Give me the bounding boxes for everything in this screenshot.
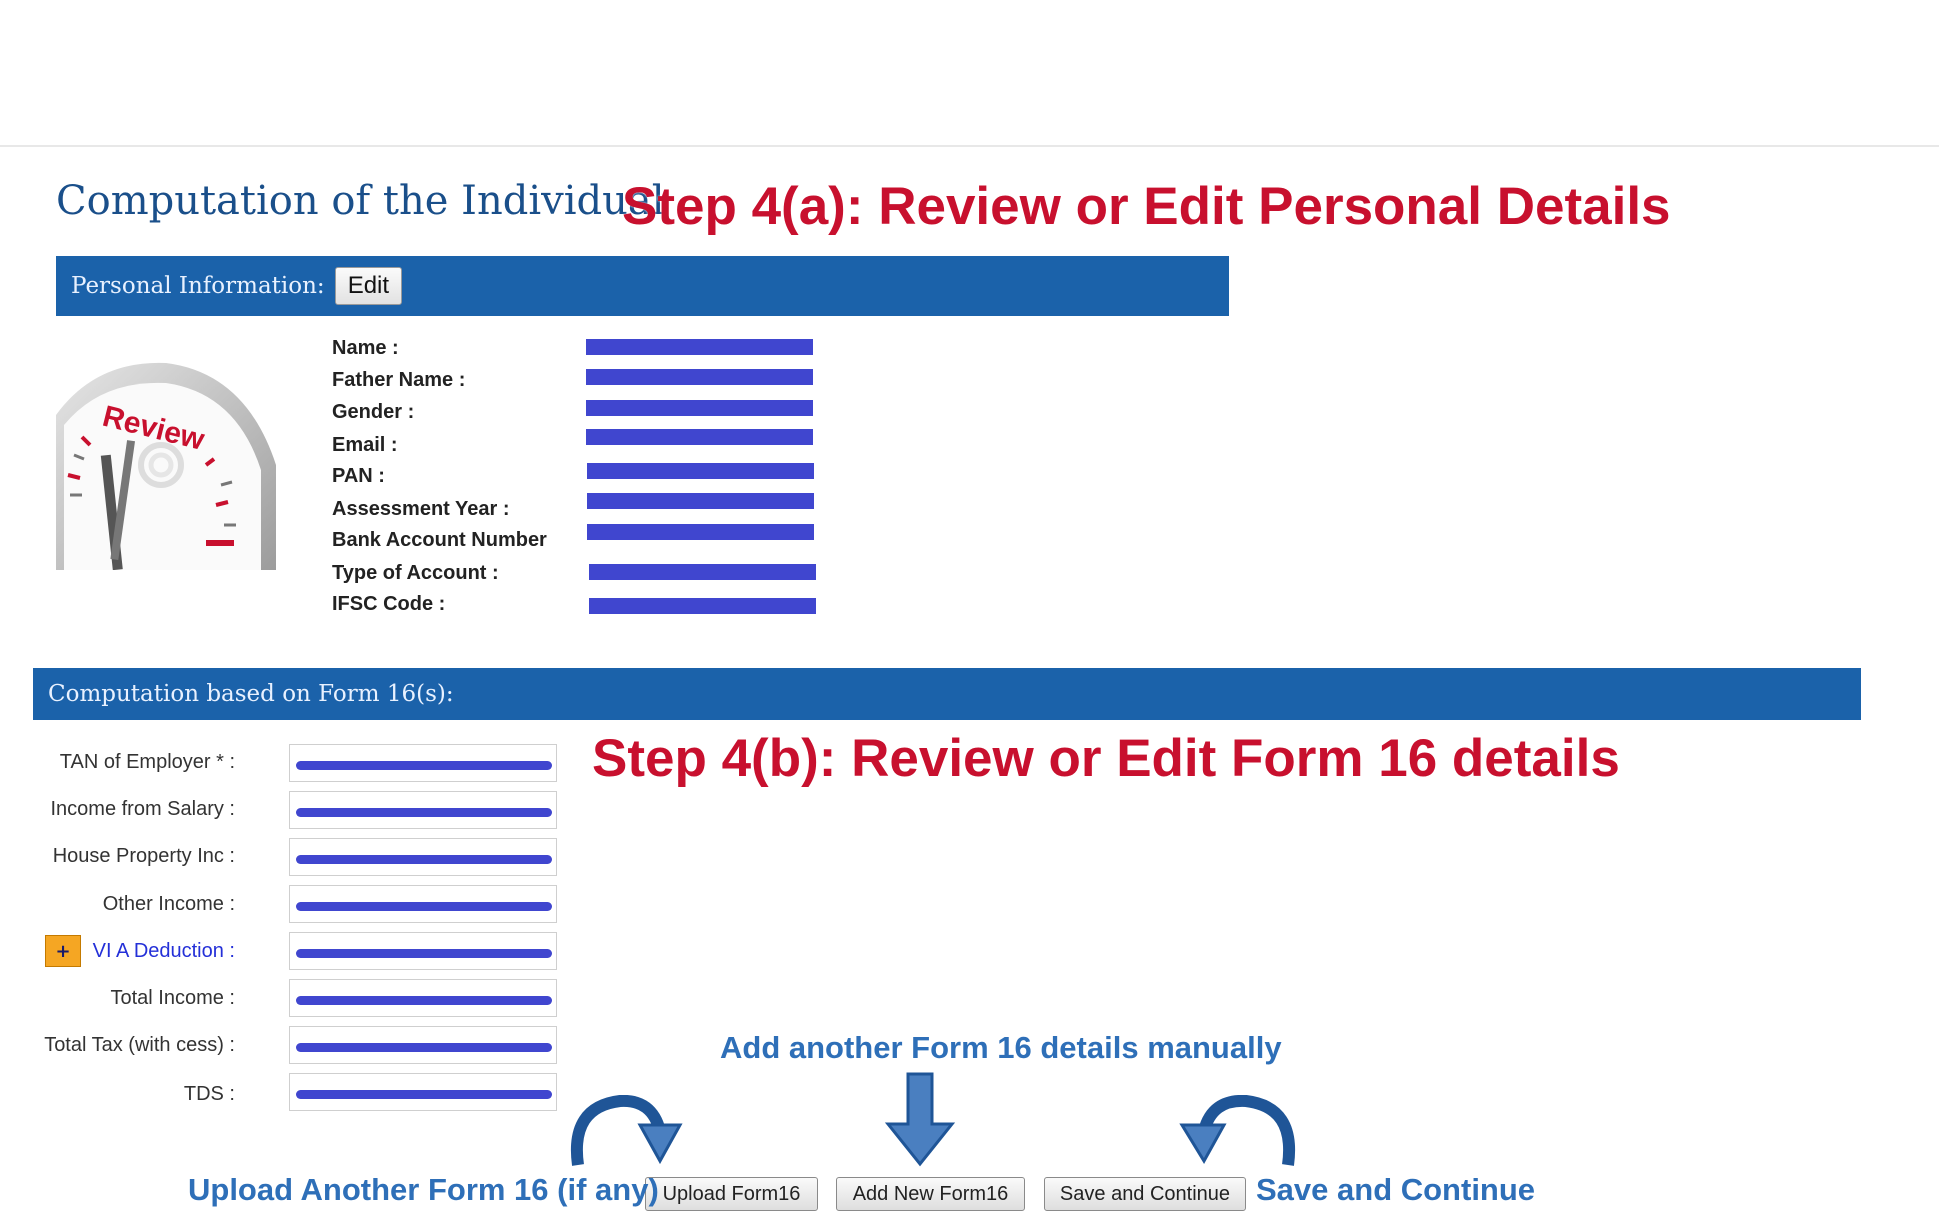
name-label: Name : <box>332 337 399 359</box>
gender-redacted-value <box>586 400 813 416</box>
down-arrow-icon <box>884 1072 956 1167</box>
income-from-salary-field[interactable] <box>289 791 557 829</box>
pan-label: PAN : <box>332 465 385 487</box>
pan-redacted-value <box>587 463 814 479</box>
upload-form16-button[interactable]: Upload Form16 <box>645 1177 818 1211</box>
computation-label: Computation based on Form 16(s): <box>48 681 454 707</box>
via-deduction-field[interactable] <box>289 932 557 970</box>
redaction-mark <box>296 902 552 911</box>
assessment-year-label: Assessment Year : <box>332 498 510 520</box>
redaction-mark <box>296 855 552 864</box>
redaction-mark <box>296 761 552 770</box>
computation-header: Computation based on Form 16(s): <box>33 668 1861 720</box>
name-redacted-value <box>586 339 813 355</box>
curved-arrow-icon <box>570 1095 683 1166</box>
save-annotation: Save and Continue <box>1256 1172 1536 1207</box>
other-income-field[interactable] <box>289 885 557 923</box>
redaction-mark <box>296 808 552 817</box>
tan-of-employer-field[interactable] <box>289 744 557 782</box>
total-income-label: Total Income : <box>110 987 235 1009</box>
tan-of-employer-label: TAN of Employer * : <box>59 751 235 773</box>
total-income-field[interactable] <box>289 979 557 1017</box>
bank-account-number-label: Bank Account Number <box>332 529 547 551</box>
type-of-account-label: Type of Account : <box>332 562 499 584</box>
ifsc-code-label: IFSC Code : <box>332 593 446 615</box>
redaction-mark <box>296 1090 552 1099</box>
income-from-salary-label: Income from Salary : <box>50 798 235 820</box>
edit-button[interactable]: Edit <box>334 267 403 305</box>
email-label: Email : <box>332 434 398 456</box>
ifsc-code-redacted-value <box>589 598 816 614</box>
type-of-account-redacted-value <box>589 564 816 580</box>
redaction-mark <box>296 1043 552 1052</box>
personal-info-header: Personal Information: Edit <box>56 256 1229 316</box>
father-name-label: Father Name : <box>332 369 466 391</box>
email-redacted-value <box>586 429 813 445</box>
tds-field[interactable] <box>289 1073 557 1111</box>
other-income-label: Other Income : <box>102 893 235 915</box>
redaction-mark <box>296 949 552 958</box>
house-property-income-label: House Property Inc : <box>52 845 235 867</box>
page-title: Computation of the Individual <box>56 178 665 224</box>
tds-label: TDS : <box>183 1083 235 1105</box>
upload-annotation: Upload Another Form 16 (if any) <box>188 1172 659 1207</box>
curved-arrow-icon <box>1179 1095 1296 1166</box>
expand-deduction-button[interactable]: + <box>45 935 81 967</box>
via-deduction-link[interactable]: VI A Deduction : <box>93 940 235 963</box>
header-divider <box>0 145 1939 147</box>
step-4a-annotation: Step 4(a): Review or Edit Personal Detai… <box>622 177 1671 236</box>
bank-account-redacted-value <box>587 524 814 540</box>
step-4b-annotation: Step 4(b): Review or Edit Form 16 detail… <box>592 729 1620 788</box>
redaction-mark <box>296 996 552 1005</box>
add-form16-annotation: Add another Form 16 details manually <box>720 1030 1282 1065</box>
total-tax-field[interactable] <box>289 1026 557 1064</box>
add-new-form16-button[interactable]: Add New Form16 <box>836 1177 1025 1211</box>
assessment-year-redacted-value <box>587 493 814 509</box>
total-tax-label: Total Tax (with cess) : <box>44 1034 235 1056</box>
house-property-income-field[interactable] <box>289 838 557 876</box>
gender-label: Gender : <box>332 401 415 423</box>
personal-info-label: Personal Information: <box>71 273 325 299</box>
save-and-continue-button[interactable]: Save and Continue <box>1044 1177 1246 1211</box>
father-name-redacted-value <box>586 369 813 385</box>
review-clock-image: Review <box>56 362 276 570</box>
